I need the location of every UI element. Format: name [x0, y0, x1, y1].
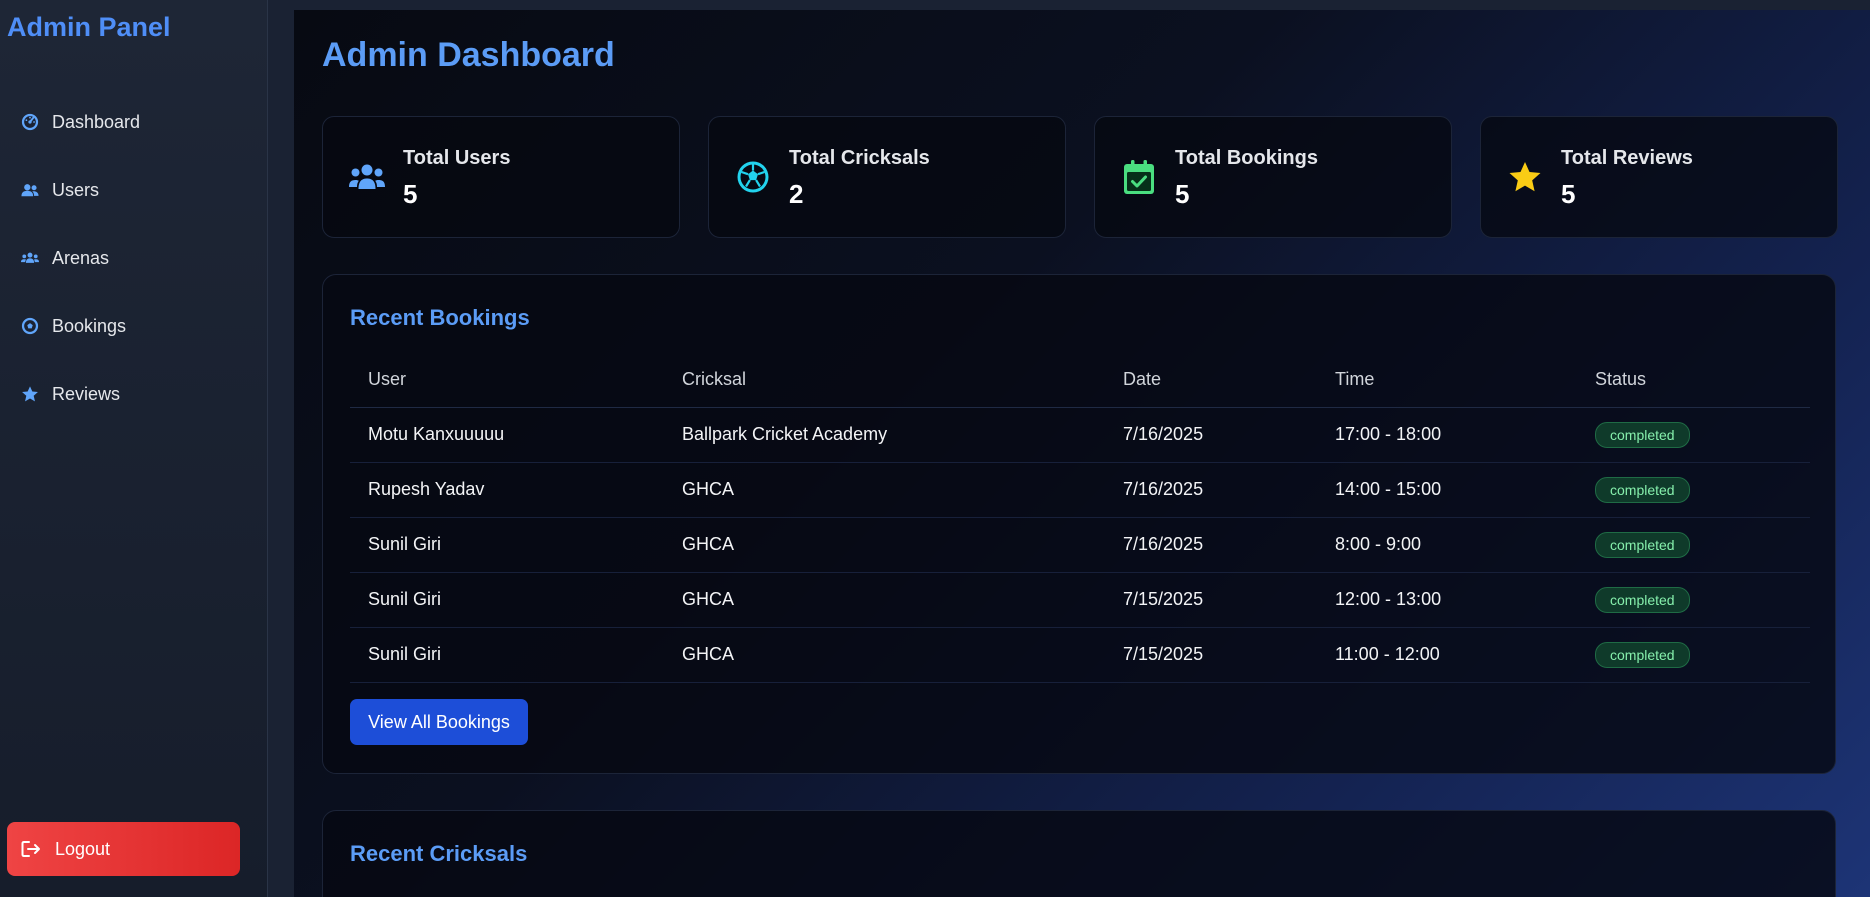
sidebar-nav: Dashboard Users Arenas Bookings Reviews: [0, 88, 268, 428]
cell-time: 14:00 - 15:00: [1317, 462, 1577, 518]
cell-date: 7/15/2025: [1105, 572, 1317, 628]
sidebar-item-users[interactable]: Users: [0, 156, 268, 224]
sign-out-icon: [21, 838, 43, 860]
column-header-user: User: [350, 353, 664, 408]
sidebar-item-arenas[interactable]: Arenas: [0, 224, 268, 292]
cell-time: 8:00 - 9:00: [1317, 517, 1577, 573]
sidebar-item-label: Users: [52, 179, 100, 200]
recent-bookings-panel: Recent Bookings User Cricksal Date Time …: [322, 274, 1836, 774]
bookings-table: User Cricksal Date Time Status Motu Kanx…: [350, 353, 1810, 683]
sidebar-item-label: Reviews: [52, 383, 121, 404]
table-row: Sunil Giri GHCA 7/15/2025 12:00 - 13:00 …: [350, 572, 1810, 628]
column-header-date: Date: [1105, 353, 1317, 408]
table-header-row: User Cricksal Date Time Status: [350, 353, 1810, 408]
sidebar-item-bookings[interactable]: Bookings: [0, 292, 268, 360]
stat-value: 5: [1175, 179, 1190, 209]
cell-date: 7/15/2025: [1105, 627, 1317, 683]
star-icon: [20, 384, 40, 404]
cell-user: Sunil Giri: [350, 627, 664, 683]
stat-label: Total Reviews: [1561, 147, 1693, 169]
main-content: Admin Dashboard Total Users 5 Total Cric…: [294, 10, 1870, 897]
status-badge: completed: [1595, 641, 1690, 668]
stat-value: 5: [1561, 179, 1576, 209]
status-badge: completed: [1595, 531, 1690, 558]
status-badge: completed: [1595, 476, 1690, 503]
cell-user: Motu Kanxuuuuu: [350, 407, 664, 463]
cell-cricksal: Ballpark Cricket Academy: [664, 407, 1105, 463]
column-header-status: Status: [1577, 353, 1810, 408]
cell-cricksal: GHCA: [664, 572, 1105, 628]
cell-date: 7/16/2025: [1105, 462, 1317, 518]
users-icon: [349, 159, 385, 195]
users-icon: [20, 180, 40, 200]
cell-status: completed: [1577, 407, 1810, 463]
table-row: Sunil Giri GHCA 7/15/2025 11:00 - 12:00 …: [350, 627, 1810, 683]
star-icon: [1507, 159, 1543, 195]
stat-label: Total Users: [403, 147, 511, 169]
status-badge: completed: [1595, 586, 1690, 613]
page-title: Admin Dashboard: [322, 36, 615, 74]
table-row: Rupesh Yadav GHCA 7/16/2025 14:00 - 15:0…: [350, 462, 1810, 518]
stat-value: 2: [789, 179, 804, 209]
stat-card-bookings: Total Bookings 5: [1094, 116, 1452, 238]
recent-cricksals-panel: Recent Cricksals: [322, 810, 1836, 897]
panel-title: Recent Bookings: [350, 305, 530, 330]
cell-status: completed: [1577, 572, 1810, 628]
calendar-check-icon: [1121, 159, 1157, 195]
cell-cricksal: GHCA: [664, 462, 1105, 518]
cell-user: Sunil Giri: [350, 572, 664, 628]
sidebar: Admin Panel Dashboard Users Arenas Booki…: [0, 0, 268, 897]
stat-card-cricksals: Total Cricksals 2: [708, 116, 1066, 238]
view-all-bookings-button[interactable]: View All Bookings: [350, 699, 528, 745]
sidebar-item-dashboard[interactable]: Dashboard: [0, 88, 268, 156]
cell-time: 11:00 - 12:00: [1317, 627, 1577, 683]
table-row: Motu Kanxuuuuu Ballpark Cricket Academy …: [350, 407, 1810, 463]
users-group-icon: [20, 248, 40, 268]
cell-time: 17:00 - 18:00: [1317, 407, 1577, 463]
column-header-cricksal: Cricksal: [664, 353, 1105, 408]
cell-status: completed: [1577, 627, 1810, 683]
status-badge: completed: [1595, 421, 1690, 448]
cell-date: 7/16/2025: [1105, 517, 1317, 573]
sidebar-item-reviews[interactable]: Reviews: [0, 360, 268, 428]
stat-card-users: Total Users 5: [322, 116, 680, 238]
cell-cricksal: GHCA: [664, 627, 1105, 683]
logout-button[interactable]: Logout: [7, 822, 240, 876]
cell-user: Rupesh Yadav: [350, 462, 664, 518]
futbol-icon: [20, 316, 40, 336]
sidebar-item-label: Bookings: [52, 315, 127, 336]
stat-value: 5: [403, 179, 418, 209]
cell-cricksal: GHCA: [664, 517, 1105, 573]
table-row: Sunil Giri GHCA 7/16/2025 8:00 - 9:00 co…: [350, 517, 1810, 573]
stat-label: Total Bookings: [1175, 147, 1318, 169]
cell-time: 12:00 - 13:00: [1317, 572, 1577, 628]
cell-status: completed: [1577, 517, 1810, 573]
cell-date: 7/16/2025: [1105, 407, 1317, 463]
stat-label: Total Cricksals: [789, 147, 930, 169]
sidebar-item-label: Arenas: [52, 247, 110, 268]
cell-status: completed: [1577, 462, 1810, 518]
logout-label: Logout: [55, 838, 111, 859]
column-header-time: Time: [1317, 353, 1577, 408]
stats-row: Total Users 5 Total Cricksals 2 Total Bo…: [322, 116, 1838, 238]
panel-title: Recent Cricksals: [350, 841, 528, 866]
brand-title: Admin Panel: [7, 12, 171, 42]
sidebar-item-label: Dashboard: [52, 111, 141, 132]
futbol-icon: [735, 159, 771, 195]
tachometer-icon: [20, 112, 40, 132]
stat-card-reviews: Total Reviews 5: [1480, 116, 1838, 238]
cell-user: Sunil Giri: [350, 517, 664, 573]
